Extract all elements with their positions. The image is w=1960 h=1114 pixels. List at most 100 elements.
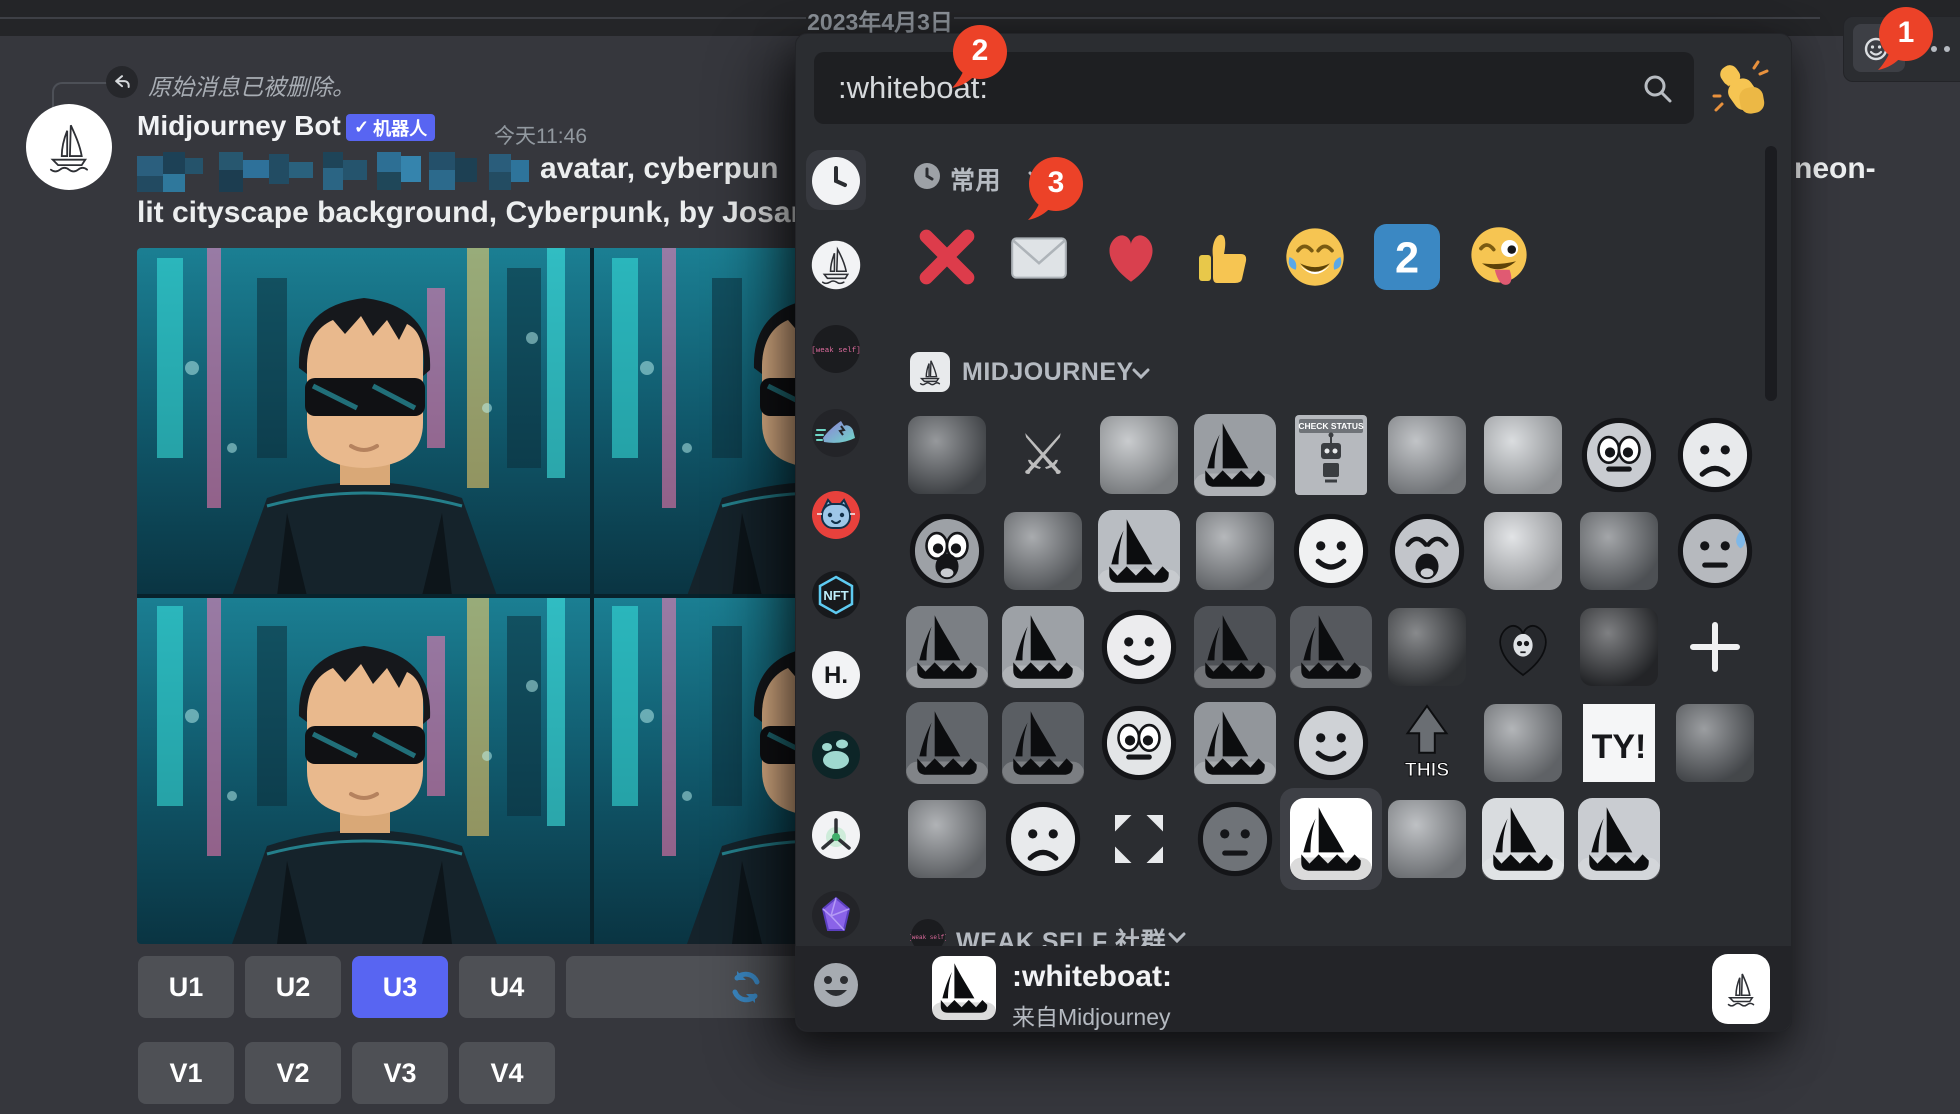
smoke-emoji[interactable] bbox=[906, 798, 988, 880]
category-frequent[interactable] bbox=[811, 156, 861, 206]
author-name[interactable]: Midjourney Bot bbox=[137, 110, 341, 142]
boat-dark-emoji-1[interactable] bbox=[1194, 606, 1276, 688]
redacted-mention-mosaic bbox=[137, 152, 529, 192]
angry-rock-emoji[interactable] bbox=[1482, 702, 1564, 784]
laughing-mask-emoji[interactable] bbox=[1386, 510, 1468, 592]
thumbs-up-emoji[interactable] bbox=[1182, 216, 1264, 298]
midjourney-section-header[interactable]: MIDJOURNEY bbox=[962, 358, 1134, 387]
boat-emoji-4[interactable] bbox=[1002, 702, 1084, 784]
dog-emoji[interactable] bbox=[1098, 414, 1180, 496]
upscale-button-u3[interactable]: U3 bbox=[352, 956, 448, 1018]
plague-figure-emoji[interactable] bbox=[1578, 606, 1660, 688]
red-heart-emoji[interactable] bbox=[1090, 216, 1172, 298]
gray-boat-emoji[interactable] bbox=[1194, 414, 1276, 496]
category-nft[interactable]: NFT bbox=[811, 570, 861, 620]
svg-text:[weak self]: [weak self] bbox=[811, 347, 861, 355]
category-sneaker[interactable] bbox=[811, 408, 861, 458]
clock-icon bbox=[913, 162, 941, 190]
sweat-blob-emoji[interactable] bbox=[1674, 510, 1756, 592]
explosion-emoji[interactable] bbox=[1674, 702, 1756, 784]
category-gem[interactable] bbox=[811, 890, 861, 940]
glowing-head-emoji[interactable] bbox=[1002, 510, 1084, 592]
boat-light-emoji[interactable] bbox=[1098, 510, 1180, 592]
doge-emoji[interactable] bbox=[1386, 414, 1468, 496]
blob-smiley-emoji[interactable] bbox=[1098, 606, 1180, 688]
category-midjourney[interactable] bbox=[811, 240, 861, 290]
frequent-section-header[interactable]: 常用 bbox=[950, 161, 1001, 197]
reroll-button[interactable] bbox=[566, 956, 806, 1018]
ty-emoji[interactable]: TY! bbox=[1578, 702, 1660, 784]
wide-eyes-emoji[interactable] bbox=[1578, 414, 1660, 496]
skull-heart-emoji[interactable] bbox=[1482, 606, 1564, 688]
expand-arrows-emoji[interactable] bbox=[1098, 798, 1180, 880]
joy-emoji[interactable] bbox=[1274, 216, 1356, 298]
variation-button-v1[interactable]: V1 bbox=[138, 1042, 234, 1104]
search-icon bbox=[1642, 73, 1674, 105]
boat-light-emoji-2[interactable] bbox=[1482, 798, 1564, 880]
octopus-facepalm-emoji[interactable] bbox=[1482, 414, 1564, 496]
boat-emoji-3[interactable] bbox=[906, 702, 988, 784]
boat-light-emoji-3[interactable] bbox=[1578, 798, 1660, 880]
upscale-button-u2[interactable]: U2 bbox=[245, 956, 341, 1018]
cat-squish-emoji[interactable] bbox=[1482, 510, 1564, 592]
boat-emoji-1[interactable] bbox=[906, 606, 988, 688]
boat-emoji-2[interactable] bbox=[1002, 606, 1084, 688]
wolf-emoji[interactable] bbox=[1194, 510, 1276, 592]
emoji-preview-name: :whiteboat: bbox=[1012, 960, 1172, 993]
category-weakself[interactable]: [weak self] bbox=[811, 324, 861, 374]
picker-scrollbar-thumb[interactable] bbox=[1765, 146, 1777, 401]
nervous-blob-emoji[interactable] bbox=[1098, 702, 1180, 784]
variation-button-v2[interactable]: V2 bbox=[245, 1042, 341, 1104]
ghost-smiley-emoji[interactable] bbox=[1290, 702, 1372, 784]
chevron-down-icon[interactable] bbox=[1028, 170, 1046, 188]
midjourney-bot-avatar[interactable] bbox=[26, 104, 112, 190]
emoji-search-input[interactable] bbox=[814, 52, 1694, 124]
upscale-button-u1[interactable]: U1 bbox=[138, 956, 234, 1018]
blob-monster-emoji[interactable] bbox=[906, 414, 988, 496]
category-standard-emoji[interactable] bbox=[811, 960, 861, 1010]
zany-face-emoji[interactable] bbox=[1458, 216, 1540, 298]
bot-badge-label: 机器人 bbox=[373, 118, 428, 139]
variation-button-v3[interactable]: V3 bbox=[352, 1042, 448, 1104]
chevron-down-icon[interactable] bbox=[1132, 367, 1150, 385]
envelope-emoji[interactable] bbox=[998, 216, 1080, 298]
svg-text:2: 2 bbox=[1395, 234, 1419, 282]
sailboat-icon bbox=[49, 124, 89, 173]
doodle-smiley-emoji[interactable] bbox=[1290, 510, 1372, 592]
emoji-preview-bar: :whiteboat: 来自Midjourney bbox=[796, 946, 1791, 1031]
more-options-icon[interactable] bbox=[1944, 46, 1950, 52]
frown-doodle-emoji[interactable] bbox=[1002, 798, 1084, 880]
whiteboat-emoji[interactable] bbox=[1290, 798, 1372, 880]
category-molecule[interactable] bbox=[811, 810, 861, 860]
upscale-button-u4[interactable]: U4 bbox=[459, 956, 555, 1018]
scream-face-emoji[interactable] bbox=[906, 510, 988, 592]
variation-button-v4[interactable]: V4 bbox=[459, 1042, 555, 1104]
category-paw[interactable] bbox=[811, 730, 861, 780]
moon-face-emoji[interactable] bbox=[1194, 798, 1276, 880]
this-arrow-emoji[interactable]: THIS bbox=[1386, 702, 1468, 784]
boat-emoji-5[interactable] bbox=[1194, 702, 1276, 784]
random-emoji-button[interactable] bbox=[1710, 58, 1774, 122]
reply-arrow-icon bbox=[106, 66, 138, 98]
cross-mark-emoji[interactable] bbox=[906, 216, 988, 298]
category-cat-server[interactable] bbox=[811, 490, 861, 540]
dagger-emoji[interactable]: ⚔ bbox=[1002, 414, 1084, 496]
category-h-server[interactable]: H. bbox=[811, 650, 861, 700]
bot-badge: ✓ 机器人 bbox=[346, 114, 436, 141]
plus-emoji[interactable] bbox=[1674, 606, 1756, 688]
muscle-man-emoji[interactable] bbox=[1578, 510, 1660, 592]
prompt-text-left: avatar, cyberpun bbox=[540, 152, 779, 185]
check-status-robot-emoji[interactable]: CHECK STATUS bbox=[1290, 414, 1372, 496]
add-reaction-button[interactable] bbox=[1853, 24, 1905, 72]
message-timestamp: 今天11:46 bbox=[494, 125, 587, 148]
sad-ghost-emoji[interactable] bbox=[1674, 414, 1756, 496]
more-options-icon[interactable] bbox=[1931, 46, 1937, 52]
more-options-icon[interactable] bbox=[1918, 46, 1924, 52]
keycap-2-emoji[interactable]: 2 bbox=[1366, 216, 1448, 298]
date-divider-line bbox=[0, 17, 806, 19]
deleted-original-message-notice[interactable]: 原始消息已被删除。 bbox=[148, 68, 355, 102]
message-hover-toolbar bbox=[1843, 16, 1960, 82]
boat-dark-emoji-2[interactable] bbox=[1290, 606, 1372, 688]
plague-doctor-emoji[interactable] bbox=[1386, 606, 1468, 688]
robot-statue-emoji[interactable] bbox=[1386, 798, 1468, 880]
